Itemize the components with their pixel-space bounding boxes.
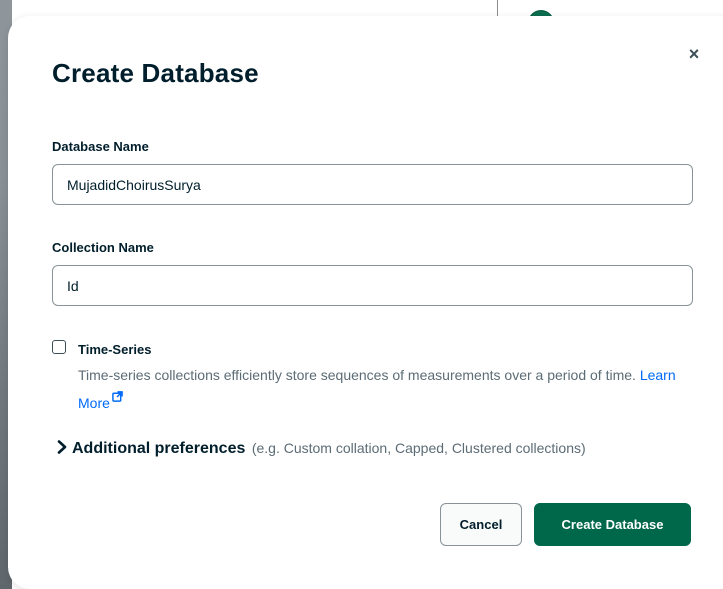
time-series-description-text: Time-series collections efficiently stor…: [78, 367, 636, 383]
additional-preferences-title: Additional preferences: [72, 440, 246, 457]
create-database-button[interactable]: Create Database: [534, 503, 691, 546]
database-name-input[interactable]: [52, 164, 693, 205]
database-name-label: Database Name: [52, 139, 149, 154]
additional-preferences-toggle[interactable]: Additional preferences (e.g. Custom coll…: [56, 440, 586, 459]
time-series-label[interactable]: Time-Series: [78, 342, 151, 357]
modal-title: Create Database: [52, 58, 259, 88]
cancel-button[interactable]: Cancel: [440, 503, 522, 546]
collection-name-label: Collection Name: [52, 240, 154, 255]
external-link-icon: [112, 386, 123, 408]
collection-name-input[interactable]: [52, 265, 693, 306]
time-series-checkbox[interactable]: [52, 340, 66, 354]
time-series-description: Time-series collections efficiently stor…: [78, 364, 688, 414]
additional-preferences-hint: (e.g. Custom collation, Capped, Clustere…: [251, 440, 586, 456]
chevron-right-icon: [56, 440, 68, 459]
close-icon[interactable]: ×: [686, 45, 702, 63]
